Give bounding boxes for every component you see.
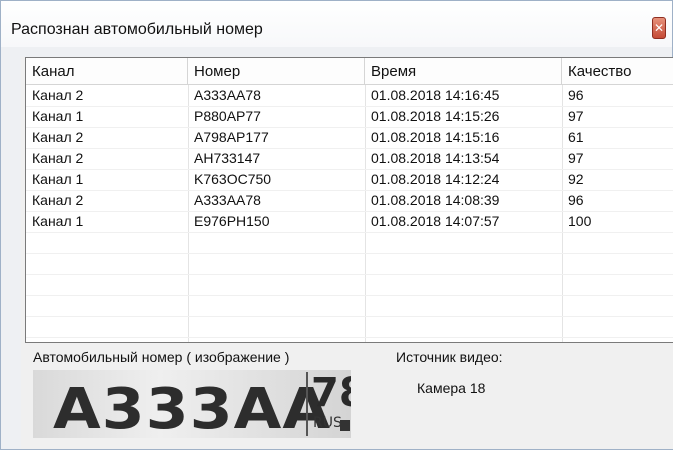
cell-quality: 100 [568,213,592,229]
empty-row [26,316,673,338]
plate-image-main: A333AA [53,377,332,438]
table-row[interactable]: Канал 1 E976PH150 01.08.2018 14:07:57 10… [26,211,673,233]
cell-time: 01.08.2018 14:08:39 [371,192,500,208]
cell-time: 01.08.2018 14:13:54 [371,150,500,166]
cell-quality: 92 [568,171,584,187]
cell-channel: Канал 2 [32,192,84,208]
empty-row [26,232,673,254]
plate-image: A333AA 78 RUS [33,370,351,438]
cell-number: K763OC750 [194,171,272,187]
cell-number: A333AA78 [194,87,261,103]
cell-time: 01.08.2018 14:07:57 [371,213,500,229]
plates-table[interactable]: Канал Номер Время Качество Канал 2 A333A… [25,57,673,343]
cell-channel: Канал 1 [32,108,84,124]
table-row[interactable]: Канал 1 K763OC750 01.08.2018 14:12:24 92 [26,169,673,191]
empty-row [26,253,673,275]
cell-channel: Канал 1 [32,171,84,187]
table-header: Канал Номер Время Качество [26,58,673,85]
cell-number: P880AP77 [194,108,261,124]
cell-number: E976PH150 [194,213,270,229]
cell-number: A798AP177 [194,129,269,145]
cell-number: A333AA78 [194,192,261,208]
empty-row [26,295,673,317]
cell-time: 01.08.2018 14:12:24 [371,171,500,187]
cell-time: 01.08.2018 14:16:45 [371,87,500,103]
plate-image-region: 78 [311,370,351,416]
video-source-value: Камера 18 [417,380,486,396]
recognition-dialog: Распознан автомобильный номер ✕ Канал Но… [0,0,673,450]
title-bar[interactable]: Распознан автомобильный номер ✕ [1,1,672,47]
flag-icon [340,420,350,431]
close-icon[interactable]: ✕ [652,17,666,39]
empty-row [26,274,673,296]
cell-quality: 61 [568,129,584,145]
cell-quality: 97 [568,150,584,166]
cell-time: 01.08.2018 14:15:26 [371,108,500,124]
cell-number: AH733147 [194,150,261,166]
table-row[interactable]: Канал 2 AH733147 01.08.2018 14:13:54 97 [26,148,673,170]
header-quality[interactable]: Качество [562,58,673,85]
cell-channel: Канал 2 [32,87,84,103]
cell-quality: 96 [568,192,584,208]
header-number[interactable]: Номер [188,58,365,85]
cell-quality: 97 [568,108,584,124]
table-row[interactable]: Канал 2 A333AA78 01.08.2018 14:16:45 96 [26,85,673,107]
cell-channel: Канал 2 [32,150,84,166]
cell-channel: Канал 1 [32,213,84,229]
table-row[interactable]: Канал 2 A798AP177 01.08.2018 14:15:16 61 [26,127,673,149]
plate-image-country: RUS [313,415,342,431]
plate-separator [306,372,308,436]
dialog-content: Канал Номер Время Качество Канал 2 A333A… [21,57,673,449]
cell-channel: Канал 2 [32,129,84,145]
plate-image-label: Автомобильный номер ( изображение ) [33,349,290,365]
header-channel[interactable]: Канал [26,58,188,85]
table-row[interactable]: Канал 2 A333AA78 01.08.2018 14:08:39 96 [26,190,673,212]
header-time[interactable]: Время [365,58,562,85]
window-title: Распознан автомобильный номер [11,21,263,38]
cell-quality: 96 [568,87,584,103]
table-row[interactable]: Канал 1 P880AP77 01.08.2018 14:15:26 97 [26,106,673,128]
cell-time: 01.08.2018 14:15:16 [371,129,500,145]
video-source-label: Источник видео: [396,349,503,365]
